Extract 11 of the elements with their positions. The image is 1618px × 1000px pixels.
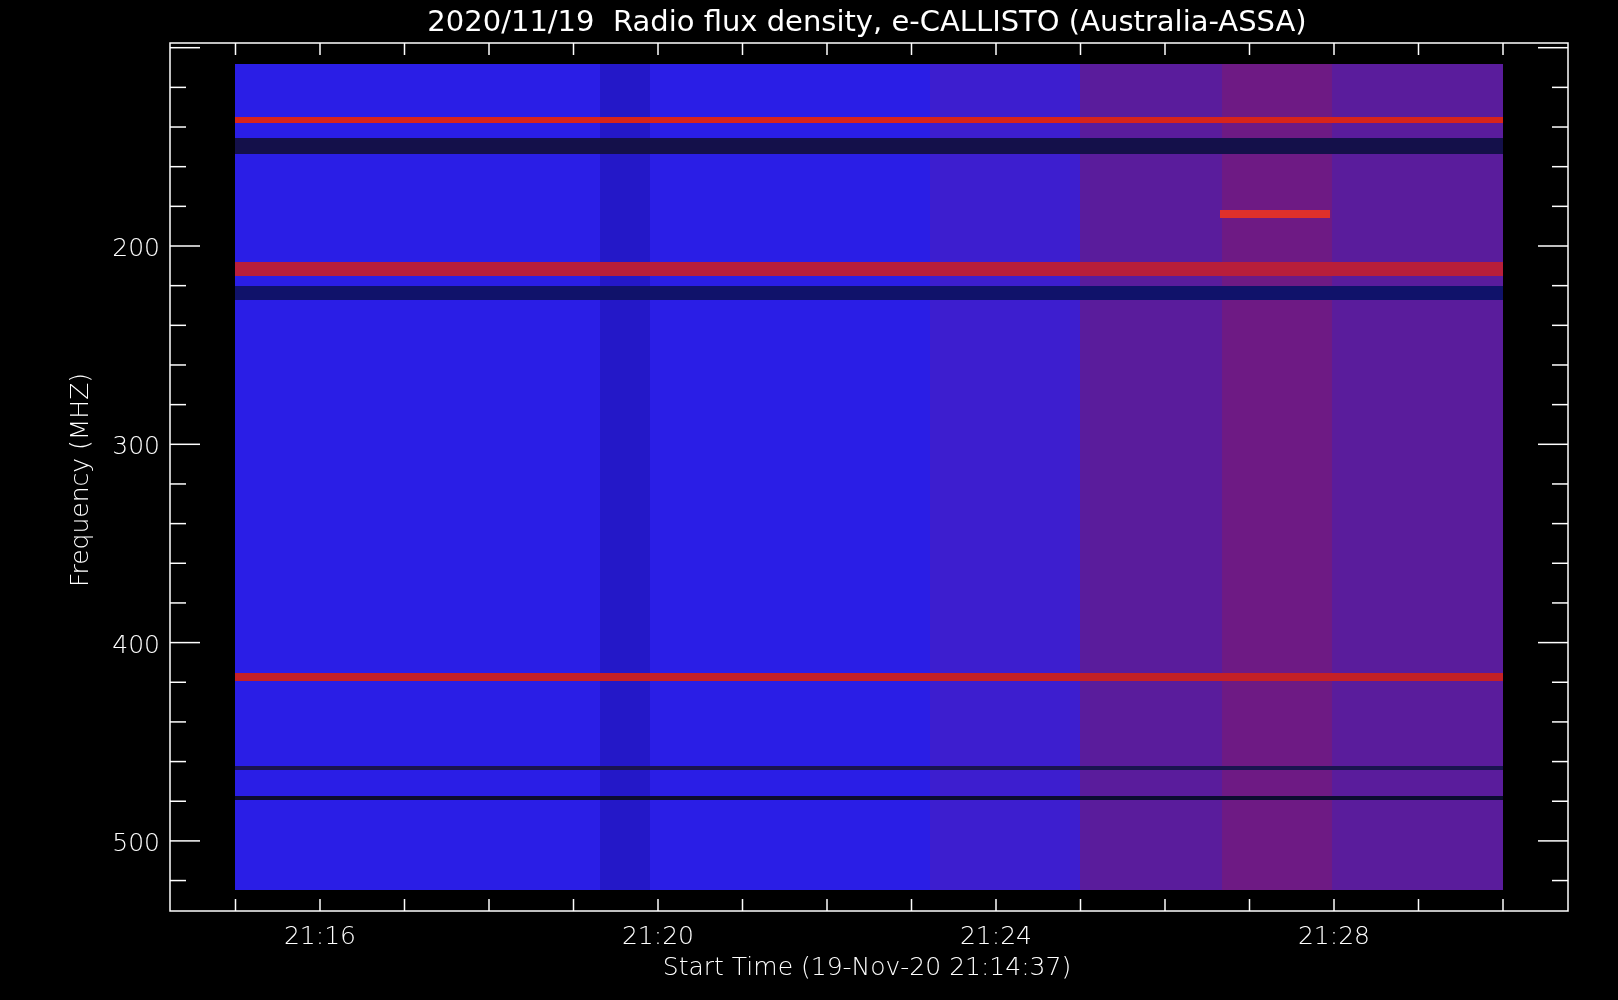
tick-label: 500	[112, 827, 160, 857]
tick-label: 21:28	[1298, 921, 1370, 950]
tick-label: 21:20	[622, 921, 694, 950]
tick-label: 21:16	[284, 921, 356, 950]
axis-label: Frequency (MHZ)	[65, 372, 94, 588]
tick-label: 200	[112, 233, 160, 262]
tick-label: 400	[112, 629, 160, 659]
tick-label: 21:24	[960, 921, 1032, 950]
tick-label: 300	[112, 431, 160, 461]
axis-label: Start Time (19-Nov-20 21:14:37)	[662, 952, 1072, 981]
chart-title: 2020/11/19 Radio flux density, e-CALLISTO (Australia-ASSA)	[427, 4, 1307, 38]
